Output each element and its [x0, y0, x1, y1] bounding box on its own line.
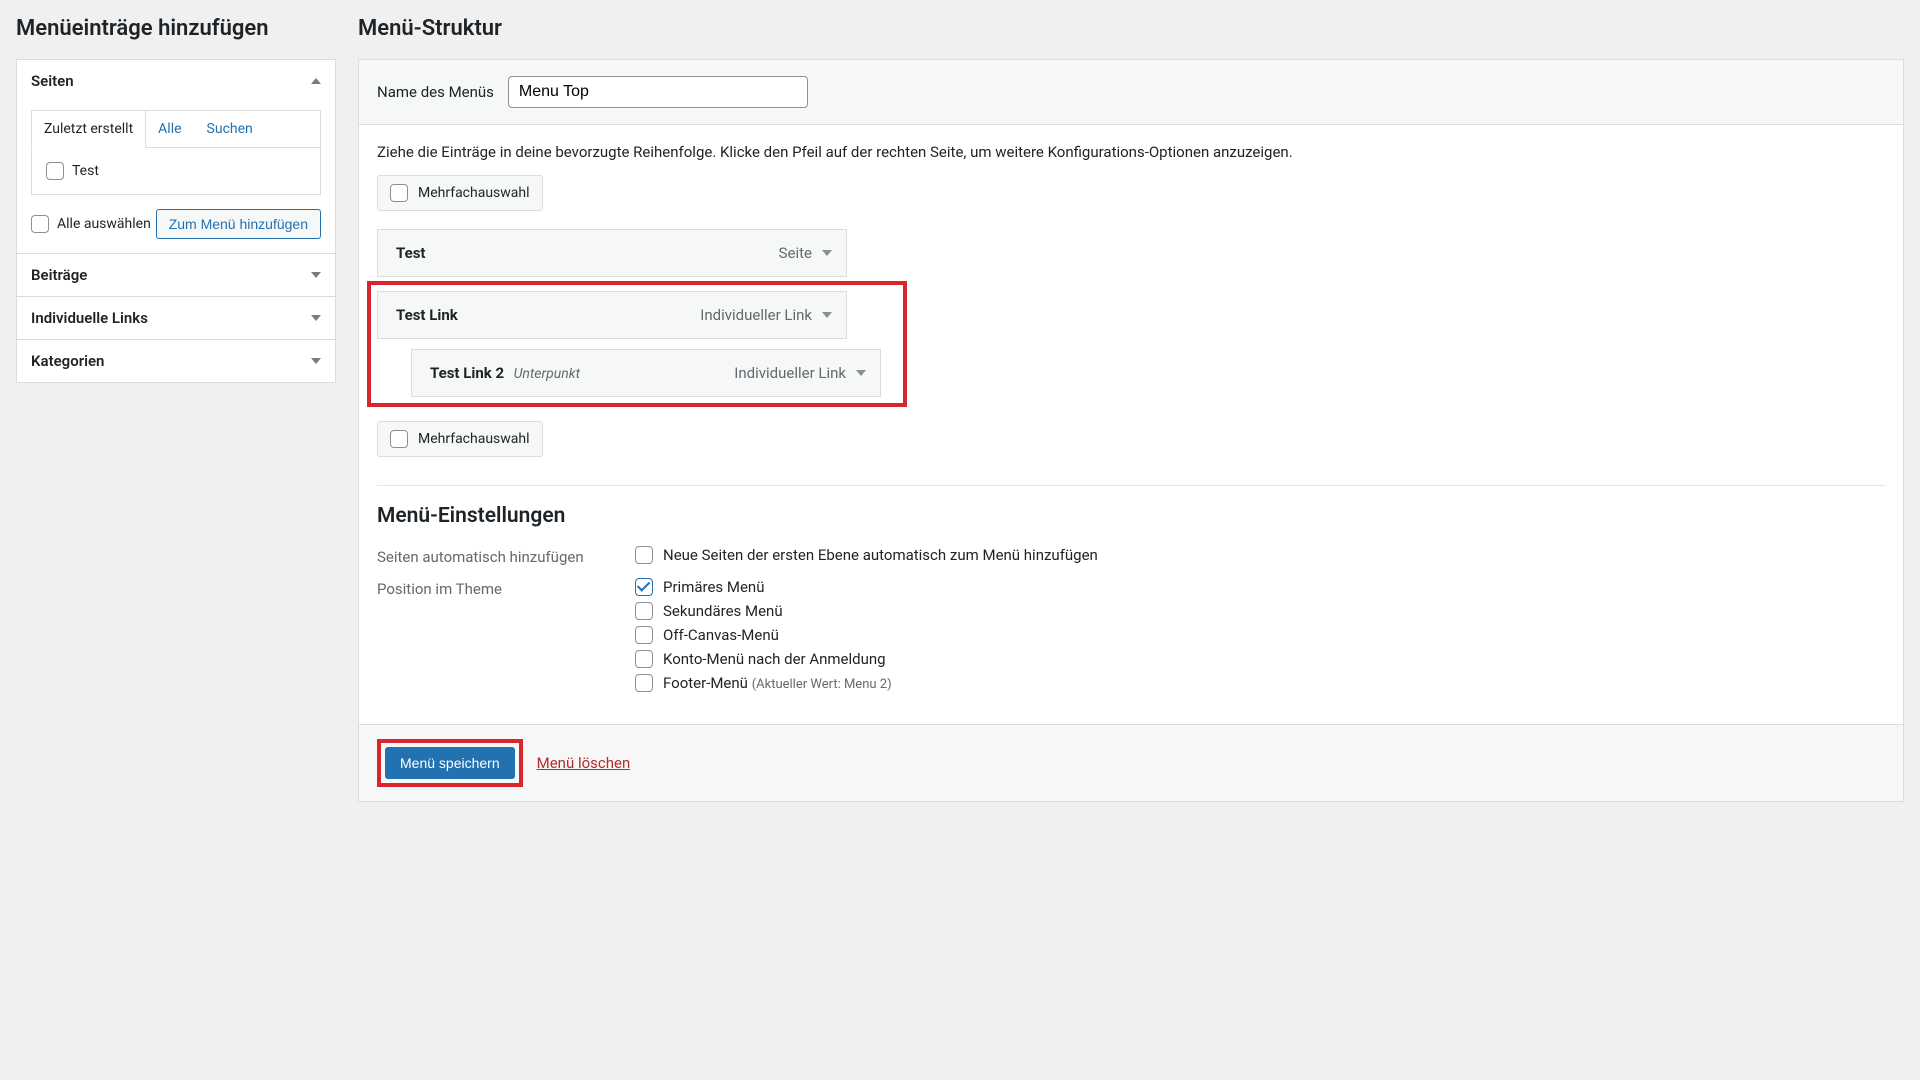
- tab-recent[interactable]: Zuletzt erstellt: [31, 110, 146, 148]
- auto-add-label: Seiten automatisch hinzufügen: [377, 546, 635, 570]
- save-menu-button[interactable]: Menü speichern: [385, 747, 515, 779]
- chevron-down-icon[interactable]: [822, 312, 832, 318]
- menu-item[interactable]: Test Link Individueller Link: [377, 291, 847, 339]
- panel-categories-toggle[interactable]: Kategorien: [17, 340, 335, 382]
- location-secondary[interactable]: Sekundäres Menü: [635, 602, 892, 620]
- select-all-checkbox[interactable]: [31, 215, 49, 233]
- panel-custom-links-toggle[interactable]: Individuelle Links: [17, 297, 335, 339]
- divider: [377, 485, 1885, 486]
- location-account[interactable]: Konto-Menü nach der Anmeldung: [635, 650, 892, 668]
- location-footer[interactable]: Footer-Menü (Aktueller Wert: Menu 2): [635, 674, 892, 692]
- auto-add-option[interactable]: Neue Seiten der ersten Ebene automatisch…: [635, 546, 1098, 564]
- menu-edit-panel: Name des Menüs Ziehe die Einträge in dei…: [358, 59, 1904, 802]
- panel-pages: Seiten Zuletzt erstellt Alle Suchen Test: [16, 59, 336, 254]
- menu-items: Test Seite Test Link Individueller Link: [377, 229, 1885, 407]
- menu-item-type-label: Individueller Link: [734, 364, 846, 382]
- panel-categories: Kategorien: [16, 340, 336, 383]
- menu-item-type-label: Seite: [779, 244, 812, 262]
- tab-all[interactable]: Alle: [146, 111, 194, 147]
- bulk-select-bottom-checkbox[interactable]: [390, 430, 408, 448]
- location-primary-checkbox[interactable]: [635, 578, 653, 596]
- add-to-menu-button[interactable]: Zum Menü hinzufügen: [156, 209, 321, 239]
- menu-item-name: Test Link 2: [430, 364, 504, 382]
- panel-custom-links-title: Individuelle Links: [31, 309, 148, 327]
- highlight-save: Menü speichern: [377, 739, 523, 787]
- menu-settings-heading: Menü-Einstellungen: [377, 504, 1885, 528]
- pages-tabs: Zuletzt erstellt Alle Suchen Test: [31, 110, 321, 195]
- chevron-down-icon[interactable]: [822, 250, 832, 256]
- panel-custom-links: Individuelle Links: [16, 297, 336, 340]
- location-offcanvas-checkbox[interactable]: [635, 626, 653, 644]
- location-secondary-label: Sekundäres Menü: [663, 602, 783, 620]
- menu-instructions: Ziehe die Einträge in deine bevorzugte R…: [377, 143, 1885, 161]
- menu-footer: Menü speichern Menü löschen: [359, 724, 1903, 801]
- bulk-select-top[interactable]: Mehrfachauswahl: [377, 175, 543, 211]
- tab-search[interactable]: Suchen: [195, 111, 266, 147]
- bulk-select-top-label: Mehrfachauswahl: [418, 185, 530, 201]
- bulk-select-bottom[interactable]: Mehrfachauswahl: [377, 421, 543, 457]
- auto-add-checkbox[interactable]: [635, 546, 653, 564]
- menu-item-type: Individueller Link: [734, 364, 866, 382]
- location-offcanvas-label: Off-Canvas-Menü: [663, 626, 779, 644]
- page-item-checkbox[interactable]: [46, 162, 64, 180]
- select-all[interactable]: Alle auswählen: [31, 215, 151, 233]
- chevron-down-icon[interactable]: [856, 370, 866, 376]
- location-footer-label: Footer-Menü: [663, 674, 748, 692]
- menu-item[interactable]: Test Seite: [377, 229, 847, 277]
- auto-add-option-label: Neue Seiten der ersten Ebene automatisch…: [663, 546, 1098, 564]
- menu-header: Name des Menüs: [359, 60, 1903, 125]
- page-item-label: Test: [72, 163, 99, 179]
- chevron-down-icon: [311, 315, 321, 321]
- bulk-select-bottom-label: Mehrfachauswahl: [418, 431, 530, 447]
- menu-item-name: Test Link: [396, 306, 458, 324]
- bulk-select-top-checkbox[interactable]: [390, 184, 408, 202]
- menu-item-subnote: Unterpunkt: [514, 366, 581, 382]
- menu-item-type: Seite: [779, 244, 832, 262]
- chevron-down-icon: [311, 358, 321, 364]
- panel-pages-toggle[interactable]: Seiten: [17, 60, 335, 102]
- panel-pages-title: Seiten: [31, 72, 74, 90]
- delete-menu-link[interactable]: Menü löschen: [537, 754, 631, 772]
- menu-name-label: Name des Menüs: [377, 83, 494, 101]
- location-account-checkbox[interactable]: [635, 650, 653, 668]
- menu-item-name: Test: [396, 244, 426, 262]
- menu-structure-heading: Menü-Struktur: [358, 16, 1904, 41]
- location-secondary-checkbox[interactable]: [635, 602, 653, 620]
- chevron-down-icon: [311, 272, 321, 278]
- add-items-heading: Menüeinträge hinzufügen: [16, 16, 336, 41]
- position-label: Position im Theme: [377, 578, 635, 698]
- location-footer-checkbox[interactable]: [635, 674, 653, 692]
- location-primary-label: Primäres Menü: [663, 578, 764, 596]
- menu-item-type-label: Individueller Link: [700, 306, 812, 324]
- panel-categories-title: Kategorien: [31, 352, 104, 370]
- menu-name-input[interactable]: [508, 76, 808, 108]
- chevron-up-icon: [311, 78, 321, 84]
- menu-item[interactable]: Test Link 2 Unterpunkt Individueller Lin…: [411, 349, 881, 397]
- highlight-box: Test Link Individueller Link Test Link 2…: [367, 281, 907, 407]
- panel-posts-title: Beiträge: [31, 266, 87, 284]
- menu-item-type: Individueller Link: [700, 306, 832, 324]
- location-primary[interactable]: Primäres Menü: [635, 578, 892, 596]
- location-offcanvas[interactable]: Off-Canvas-Menü: [635, 626, 892, 644]
- location-account-label: Konto-Menü nach der Anmeldung: [663, 650, 886, 668]
- location-footer-hint: (Aktueller Wert: Menu 2): [752, 677, 892, 692]
- page-item-test[interactable]: Test: [46, 162, 306, 180]
- menu-settings: Menü-Einstellungen Seiten automatisch hi…: [377, 504, 1885, 698]
- theme-locations: Primäres Menü Sekundäres Menü Off-Canvas…: [635, 578, 892, 698]
- select-all-label: Alle auswählen: [57, 216, 151, 232]
- panel-posts: Beiträge: [16, 254, 336, 297]
- panel-posts-toggle[interactable]: Beiträge: [17, 254, 335, 296]
